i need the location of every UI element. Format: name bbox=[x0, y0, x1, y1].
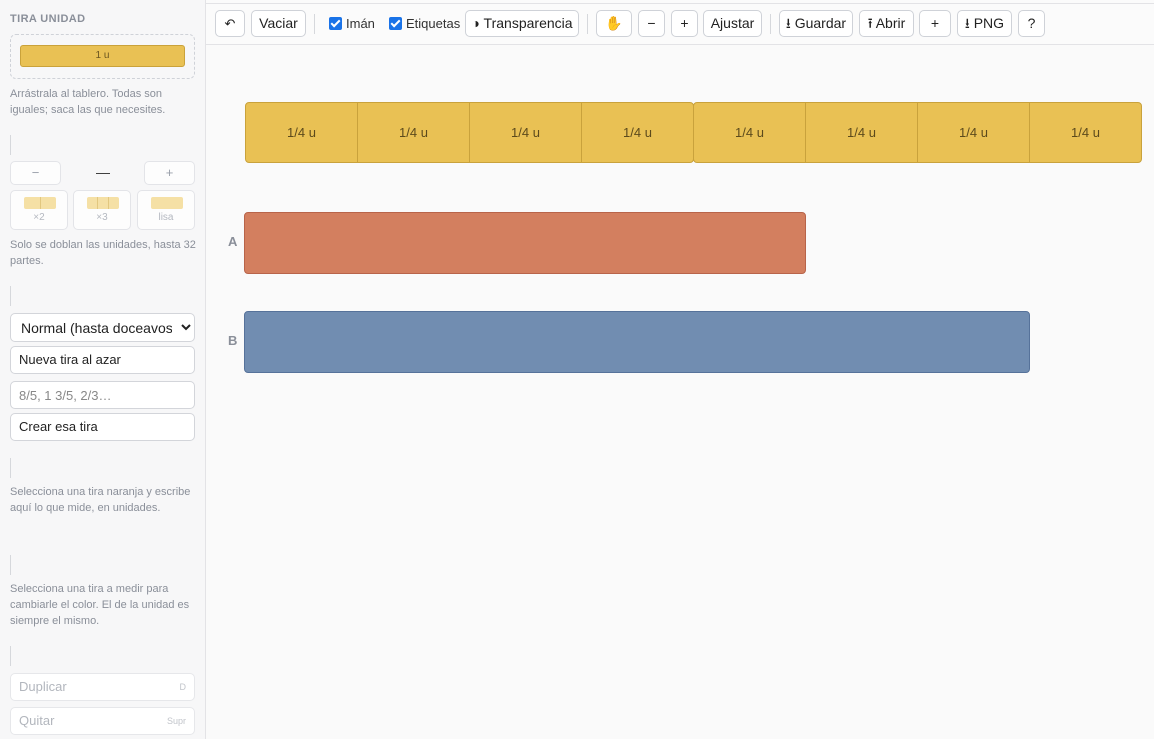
create-strip-button[interactable]: Crear esa tira bbox=[10, 413, 195, 441]
remove-shortcut: Supr bbox=[166, 716, 186, 726]
strip-thirds-icon bbox=[87, 197, 119, 209]
remove-button[interactable]: Quitar Supr bbox=[10, 707, 195, 735]
undo-icon: ↶ bbox=[224, 16, 236, 31]
unit-piece[interactable]: 1/4 u bbox=[357, 102, 470, 163]
strip-halves-icon bbox=[24, 197, 56, 209]
fold-x2-button[interactable]: ×2 bbox=[10, 190, 68, 230]
unit-piece[interactable]: 1/4 u bbox=[469, 102, 582, 163]
fit-button[interactable]: Ajustar bbox=[703, 10, 762, 37]
checkbox-checked-icon bbox=[329, 17, 342, 30]
labels-label: Etiquetas bbox=[406, 16, 461, 31]
toolbar-separator bbox=[587, 14, 588, 34]
fold-x3-label: ×3 bbox=[96, 212, 108, 223]
duplicate-shortcut: D bbox=[179, 682, 187, 692]
unit-note: Arrástrala al tablero. Todas son iguales… bbox=[10, 88, 166, 116]
unit-piece[interactable]: 1/4 u bbox=[245, 102, 358, 163]
remove-label: Quitar bbox=[19, 713, 55, 728]
random-strip-button[interactable]: Nueva tira al azar bbox=[10, 346, 195, 374]
duplicate-label: Duplicar bbox=[19, 679, 67, 694]
fold-count: — bbox=[96, 164, 110, 180]
unit-strip[interactable]: 1 u bbox=[20, 45, 185, 67]
fold-plain-button[interactable]: lisa bbox=[137, 190, 195, 230]
unit-piece[interactable]: 1/4 u bbox=[693, 102, 806, 163]
divider bbox=[10, 555, 11, 575]
level-select[interactable]: Normal (hasta doceavos) bbox=[10, 313, 195, 342]
color-note: Selecciona una tira a medir para cambiar… bbox=[10, 583, 190, 627]
duplicate-button[interactable]: Duplicar D bbox=[10, 673, 195, 701]
strip-a-label: A bbox=[228, 234, 238, 249]
zoom-out-button[interactable]: − bbox=[638, 10, 665, 37]
new-board-button[interactable]: + bbox=[919, 10, 951, 37]
unit-piece[interactable]: 1/4 u bbox=[1029, 102, 1142, 163]
fold-x3-button[interactable]: ×3 bbox=[73, 190, 131, 230]
checkbox-checked-icon bbox=[389, 17, 402, 30]
unit-piece[interactable]: 1/4 u bbox=[917, 102, 1030, 163]
zoom-in-button[interactable]: + bbox=[671, 10, 698, 37]
divider bbox=[10, 135, 11, 155]
toolbar-separator bbox=[770, 14, 771, 34]
unit-strip-title: TIRA UNIDAD bbox=[10, 13, 86, 25]
magnet-label: Imán bbox=[346, 16, 375, 31]
fraction-input[interactable] bbox=[10, 381, 195, 409]
save-button[interactable]: ⭳ Guardar bbox=[779, 10, 853, 37]
hand-icon: ✋ bbox=[605, 15, 623, 31]
fold-x2-label: ×2 bbox=[33, 212, 45, 223]
sidebar: TIRA UNIDAD 1 u Arrástrala al tablero. T… bbox=[0, 0, 206, 739]
divider bbox=[10, 458, 11, 478]
measure-strip-a[interactable] bbox=[244, 212, 806, 274]
transparency-button[interactable]: ◑ Transparencia bbox=[465, 10, 579, 37]
divider bbox=[10, 286, 11, 306]
measure-strip-b[interactable] bbox=[244, 311, 1030, 373]
fold-note: Solo se doblan las unidades, hasta 32 pa… bbox=[10, 239, 196, 267]
undo-button[interactable]: ↶ bbox=[215, 10, 245, 37]
measure-note: Selecciona una tira naranja y escribe aq… bbox=[10, 486, 191, 514]
unit-piece[interactable]: 1/4 u bbox=[805, 102, 918, 163]
open-button[interactable]: ⭱ Abrir bbox=[859, 10, 914, 37]
clear-button[interactable]: Vaciar bbox=[251, 10, 306, 37]
toolbar: ↶ Vaciar Imán Etiquetas ◑ Transparencia … bbox=[206, 4, 1154, 45]
export-png-button[interactable]: ⭳ PNG bbox=[957, 10, 1012, 37]
unit-strip-dropzone: 1 u bbox=[10, 34, 195, 79]
strip-plain-icon bbox=[151, 197, 183, 209]
fold-plus-button[interactable]: + bbox=[144, 161, 195, 185]
unit-piece[interactable]: 1/4 u bbox=[581, 102, 694, 163]
pan-button[interactable]: ✋ bbox=[596, 10, 632, 37]
labels-toggle[interactable]: Etiquetas bbox=[389, 10, 460, 37]
fold-minus-button[interactable]: − bbox=[10, 161, 61, 185]
toolbar-separator bbox=[314, 14, 315, 34]
divider bbox=[10, 646, 11, 666]
strip-b-label: B bbox=[228, 333, 238, 348]
fold-plain-label: lisa bbox=[158, 212, 174, 223]
help-button[interactable]: ? bbox=[1018, 10, 1045, 37]
magnet-toggle[interactable]: Imán bbox=[329, 10, 375, 37]
